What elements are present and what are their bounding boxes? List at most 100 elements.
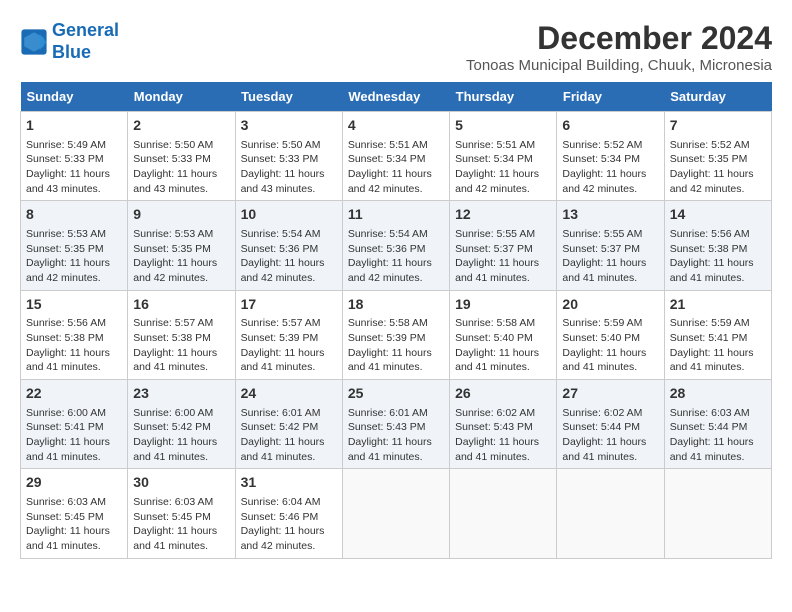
day-cell <box>342 469 449 558</box>
day-info: Sunrise: 5:50 AM Sunset: 5:33 PM Dayligh… <box>241 138 337 197</box>
day-cell: 22Sunrise: 6:00 AM Sunset: 5:41 PM Dayli… <box>21 380 128 469</box>
day-cell: 19Sunrise: 5:58 AM Sunset: 5:40 PM Dayli… <box>450 290 557 379</box>
day-cell: 10Sunrise: 5:54 AM Sunset: 5:36 PM Dayli… <box>235 201 342 290</box>
calendar-table: SundayMondayTuesdayWednesdayThursdayFrid… <box>20 82 772 559</box>
day-number: 22 <box>26 384 122 404</box>
day-cell: 2Sunrise: 5:50 AM Sunset: 5:33 PM Daylig… <box>128 112 235 201</box>
day-cell: 30Sunrise: 6:03 AM Sunset: 5:45 PM Dayli… <box>128 469 235 558</box>
day-info: Sunrise: 5:57 AM Sunset: 5:39 PM Dayligh… <box>241 316 337 375</box>
day-cell: 1Sunrise: 5:49 AM Sunset: 5:33 PM Daylig… <box>21 112 128 201</box>
day-cell: 26Sunrise: 6:02 AM Sunset: 5:43 PM Dayli… <box>450 380 557 469</box>
day-number: 8 <box>26 205 122 225</box>
day-info: Sunrise: 5:58 AM Sunset: 5:39 PM Dayligh… <box>348 316 444 375</box>
day-number: 13 <box>562 205 658 225</box>
day-info: Sunrise: 5:49 AM Sunset: 5:33 PM Dayligh… <box>26 138 122 197</box>
header-row: SundayMondayTuesdayWednesdayThursdayFrid… <box>21 82 772 112</box>
header-cell-monday: Monday <box>128 82 235 112</box>
day-cell: 24Sunrise: 6:01 AM Sunset: 5:42 PM Dayli… <box>235 380 342 469</box>
day-info: Sunrise: 6:02 AM Sunset: 5:44 PM Dayligh… <box>562 406 658 465</box>
day-info: Sunrise: 6:00 AM Sunset: 5:42 PM Dayligh… <box>133 406 229 465</box>
header-cell-saturday: Saturday <box>664 82 771 112</box>
day-cell: 25Sunrise: 6:01 AM Sunset: 5:43 PM Dayli… <box>342 380 449 469</box>
day-info: Sunrise: 5:58 AM Sunset: 5:40 PM Dayligh… <box>455 316 551 375</box>
header: General Blue December 2024 Tonoas Munici… <box>20 20 772 74</box>
day-info: Sunrise: 6:04 AM Sunset: 5:46 PM Dayligh… <box>241 495 337 554</box>
logo-icon <box>20 28 48 56</box>
day-number: 30 <box>133 473 229 493</box>
day-cell: 13Sunrise: 5:55 AM Sunset: 5:37 PM Dayli… <box>557 201 664 290</box>
day-number: 24 <box>241 384 337 404</box>
day-cell <box>664 469 771 558</box>
day-number: 28 <box>670 384 766 404</box>
day-info: Sunrise: 6:00 AM Sunset: 5:41 PM Dayligh… <box>26 406 122 465</box>
day-number: 23 <box>133 384 229 404</box>
week-row-4: 22Sunrise: 6:00 AM Sunset: 5:41 PM Dayli… <box>21 380 772 469</box>
header-cell-thursday: Thursday <box>450 82 557 112</box>
day-cell: 21Sunrise: 5:59 AM Sunset: 5:41 PM Dayli… <box>664 290 771 379</box>
day-info: Sunrise: 6:03 AM Sunset: 5:45 PM Dayligh… <box>26 495 122 554</box>
day-info: Sunrise: 5:51 AM Sunset: 5:34 PM Dayligh… <box>455 138 551 197</box>
day-number: 21 <box>670 295 766 315</box>
day-number: 14 <box>670 205 766 225</box>
title-area: December 2024 Tonoas Municipal Building,… <box>466 20 772 74</box>
day-number: 17 <box>241 295 337 315</box>
day-info: Sunrise: 5:53 AM Sunset: 5:35 PM Dayligh… <box>133 227 229 286</box>
day-cell: 7Sunrise: 5:52 AM Sunset: 5:35 PM Daylig… <box>664 112 771 201</box>
day-number: 12 <box>455 205 551 225</box>
day-number: 9 <box>133 205 229 225</box>
day-number: 26 <box>455 384 551 404</box>
week-row-3: 15Sunrise: 5:56 AM Sunset: 5:38 PM Dayli… <box>21 290 772 379</box>
day-info: Sunrise: 5:55 AM Sunset: 5:37 PM Dayligh… <box>562 227 658 286</box>
day-cell <box>557 469 664 558</box>
day-number: 3 <box>241 116 337 136</box>
day-number: 7 <box>670 116 766 136</box>
day-info: Sunrise: 6:01 AM Sunset: 5:42 PM Dayligh… <box>241 406 337 465</box>
subtitle: Tonoas Municipal Building, Chuuk, Micron… <box>466 57 772 74</box>
day-info: Sunrise: 5:50 AM Sunset: 5:33 PM Dayligh… <box>133 138 229 197</box>
day-number: 25 <box>348 384 444 404</box>
day-info: Sunrise: 5:56 AM Sunset: 5:38 PM Dayligh… <box>670 227 766 286</box>
day-number: 6 <box>562 116 658 136</box>
day-info: Sunrise: 5:57 AM Sunset: 5:38 PM Dayligh… <box>133 316 229 375</box>
day-info: Sunrise: 5:53 AM Sunset: 5:35 PM Dayligh… <box>26 227 122 286</box>
day-cell: 15Sunrise: 5:56 AM Sunset: 5:38 PM Dayli… <box>21 290 128 379</box>
day-number: 16 <box>133 295 229 315</box>
day-cell: 31Sunrise: 6:04 AM Sunset: 5:46 PM Dayli… <box>235 469 342 558</box>
logo: General Blue <box>20 20 119 63</box>
day-info: Sunrise: 5:51 AM Sunset: 5:34 PM Dayligh… <box>348 138 444 197</box>
day-info: Sunrise: 5:56 AM Sunset: 5:38 PM Dayligh… <box>26 316 122 375</box>
header-cell-wednesday: Wednesday <box>342 82 449 112</box>
day-number: 10 <box>241 205 337 225</box>
day-number: 31 <box>241 473 337 493</box>
day-number: 1 <box>26 116 122 136</box>
day-cell: 8Sunrise: 5:53 AM Sunset: 5:35 PM Daylig… <box>21 201 128 290</box>
day-number: 18 <box>348 295 444 315</box>
day-number: 29 <box>26 473 122 493</box>
day-info: Sunrise: 5:54 AM Sunset: 5:36 PM Dayligh… <box>241 227 337 286</box>
day-number: 15 <box>26 295 122 315</box>
day-number: 4 <box>348 116 444 136</box>
day-cell: 4Sunrise: 5:51 AM Sunset: 5:34 PM Daylig… <box>342 112 449 201</box>
day-cell: 27Sunrise: 6:02 AM Sunset: 5:44 PM Dayli… <box>557 380 664 469</box>
day-info: Sunrise: 5:54 AM Sunset: 5:36 PM Dayligh… <box>348 227 444 286</box>
day-info: Sunrise: 6:01 AM Sunset: 5:43 PM Dayligh… <box>348 406 444 465</box>
week-row-1: 1Sunrise: 5:49 AM Sunset: 5:33 PM Daylig… <box>21 112 772 201</box>
day-cell: 3Sunrise: 5:50 AM Sunset: 5:33 PM Daylig… <box>235 112 342 201</box>
day-cell: 18Sunrise: 5:58 AM Sunset: 5:39 PM Dayli… <box>342 290 449 379</box>
day-info: Sunrise: 5:52 AM Sunset: 5:35 PM Dayligh… <box>670 138 766 197</box>
day-cell: 12Sunrise: 5:55 AM Sunset: 5:37 PM Dayli… <box>450 201 557 290</box>
week-row-2: 8Sunrise: 5:53 AM Sunset: 5:35 PM Daylig… <box>21 201 772 290</box>
day-info: Sunrise: 6:02 AM Sunset: 5:43 PM Dayligh… <box>455 406 551 465</box>
header-cell-friday: Friday <box>557 82 664 112</box>
day-cell: 16Sunrise: 5:57 AM Sunset: 5:38 PM Dayli… <box>128 290 235 379</box>
day-cell <box>450 469 557 558</box>
day-info: Sunrise: 5:55 AM Sunset: 5:37 PM Dayligh… <box>455 227 551 286</box>
logo-text-line2: Blue <box>52 42 119 64</box>
day-cell: 14Sunrise: 5:56 AM Sunset: 5:38 PM Dayli… <box>664 201 771 290</box>
day-number: 2 <box>133 116 229 136</box>
day-cell: 11Sunrise: 5:54 AM Sunset: 5:36 PM Dayli… <box>342 201 449 290</box>
day-number: 19 <box>455 295 551 315</box>
day-number: 27 <box>562 384 658 404</box>
day-cell: 20Sunrise: 5:59 AM Sunset: 5:40 PM Dayli… <box>557 290 664 379</box>
day-info: Sunrise: 6:03 AM Sunset: 5:45 PM Dayligh… <box>133 495 229 554</box>
